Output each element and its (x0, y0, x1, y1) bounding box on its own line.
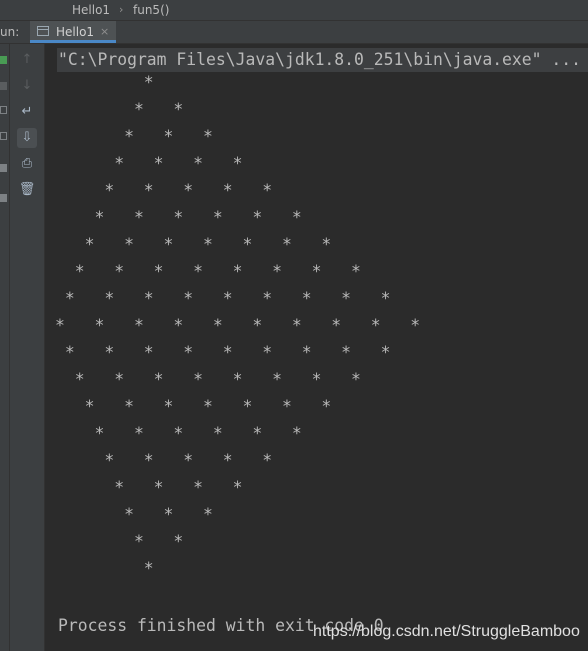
scroll-to-end-icon[interactable]: ⇩ (17, 128, 37, 148)
layout-icon[interactable] (0, 132, 7, 140)
output-line: * * * (55, 505, 213, 524)
console-tab-icon (37, 26, 49, 36)
up-arrow-icon[interactable]: ↑ (17, 50, 37, 70)
close-tab-icon[interactable]: × (100, 21, 109, 43)
breadcrumb: Hello1 › fun5() (0, 0, 588, 21)
breadcrumb-separator-icon: › (119, 3, 124, 16)
down-arrow-icon[interactable]: ↓ (17, 76, 37, 96)
breadcrumb-file[interactable]: Hello1 (72, 0, 110, 20)
output-line: * * * * * * * * * (55, 343, 391, 362)
output-line: * * * * * * * (55, 397, 332, 416)
output-line: * * * * * * (55, 424, 302, 443)
command-line: "C:\Program Files\Java\jdk1.8.0_251\bin\… (58, 50, 582, 69)
output-line: * * (55, 532, 184, 551)
output-line: * (55, 559, 154, 578)
console-toolbar: ↑ ↓ ↵ ⇩ ⎙ 🗑 (10, 44, 45, 651)
grid-icon[interactable] (0, 164, 7, 172)
output-line: * * * * * * * * (55, 370, 361, 389)
run-panel-header: un: Hello1 × (0, 21, 588, 44)
watermark: https://blog.csdn.net/StruggleBamboo (313, 623, 580, 640)
console-output[interactable]: "C:\Program Files\Java\jdk1.8.0_251\bin\… (45, 44, 588, 651)
output-line: * * * * * * * (55, 235, 332, 254)
output-line: * (55, 73, 154, 92)
tab-hello1[interactable]: Hello1 × (30, 21, 116, 43)
output-line: * * * * * * * * * * (55, 316, 421, 335)
output-line: * * * * (55, 154, 243, 173)
breadcrumb-method[interactable]: fun5() (133, 0, 169, 20)
stop-icon[interactable] (0, 82, 7, 90)
left-edge-toolbar (0, 44, 10, 651)
soft-wrap-icon[interactable]: ↵ (17, 102, 37, 122)
print-icon[interactable]: ⎙ (17, 154, 37, 174)
run-label: un: (0, 25, 20, 39)
pin-icon[interactable] (0, 194, 7, 202)
camera-icon[interactable] (0, 106, 7, 114)
output-line: * * * * * (55, 451, 273, 470)
tab-label: Hello1 (56, 25, 95, 39)
trash-icon[interactable]: 🗑 (17, 180, 37, 200)
output-line: * * * * * * * * (55, 262, 361, 281)
output-line: * * (55, 100, 184, 119)
output-line: * * * * * (55, 181, 273, 200)
output-line: * * * * * * (55, 208, 302, 227)
output-line: * * * (55, 127, 213, 146)
output-line: * * * * * * * * * (55, 289, 391, 308)
rerun-icon[interactable] (0, 56, 7, 64)
output-line: * * * * (55, 478, 243, 497)
